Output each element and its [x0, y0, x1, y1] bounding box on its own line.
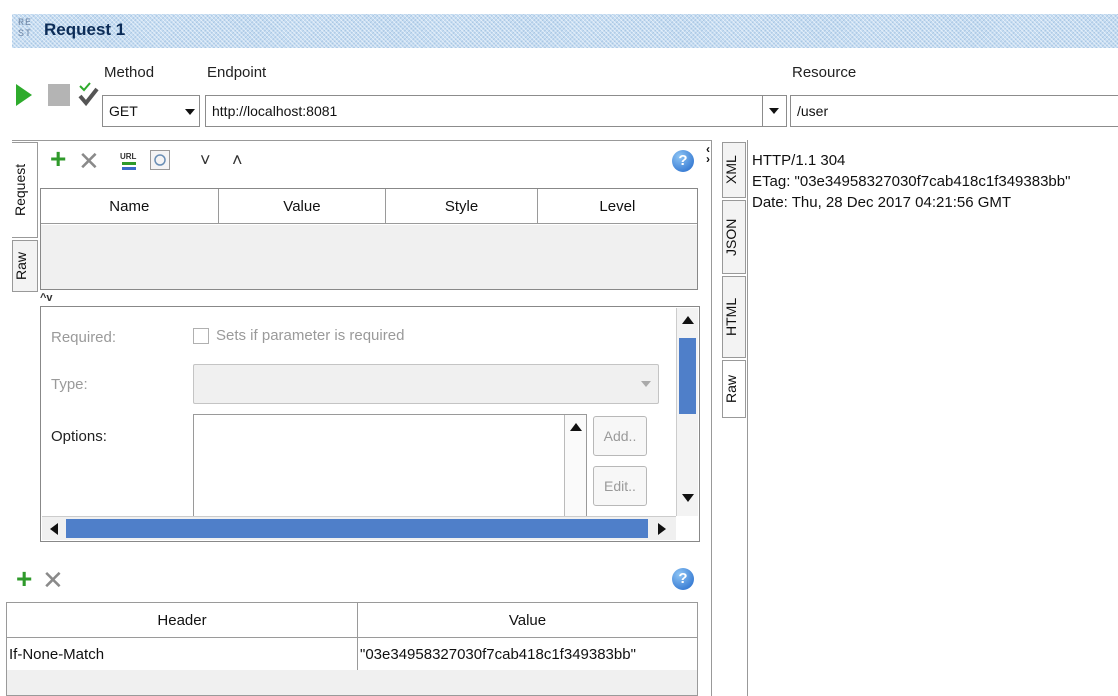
add-header-icon[interactable]: +: [16, 565, 32, 593]
title-bar: RE ST Request 1: [0, 0, 1118, 54]
type-label: Type:: [51, 376, 88, 393]
params-table-body: [41, 225, 697, 289]
detail-vertical-scrollbar[interactable]: [676, 308, 698, 516]
headers-table: Header Value If-None-Match "03e349583270…: [6, 602, 698, 696]
scroll-down-icon[interactable]: [682, 494, 694, 502]
column-header-level[interactable]: Level: [537, 189, 697, 224]
column-header-value[interactable]: Value: [357, 603, 697, 638]
move-up-icon[interactable]: ˄: [232, 150, 243, 171]
column-header-header[interactable]: Header: [7, 603, 358, 638]
endpoint-input[interactable]: http://localhost:8081: [205, 95, 787, 127]
play-icon: [16, 84, 32, 106]
rest-icon: RE ST: [18, 18, 33, 40]
date-line: Date: Thu, 28 Dec 2017 04:21:56 GMT: [752, 194, 1012, 211]
resource-label: Resource: [792, 64, 857, 81]
response-raw-content: HTTP/1.1 304 ETag: "03e34958327030f7cab4…: [752, 150, 1112, 213]
tab-xml[interactable]: XML: [722, 142, 746, 198]
type-select[interactable]: [193, 364, 659, 404]
endpoint-label: Endpoint: [207, 64, 267, 81]
refresh-icon: [154, 154, 166, 166]
options-scrollbar[interactable]: [564, 415, 586, 517]
sync-params-button[interactable]: [150, 150, 170, 170]
method-label: Method: [104, 64, 155, 81]
resource-input[interactable]: /user: [790, 95, 1118, 127]
headers-table-grid: Header Value If-None-Match "03e349583270…: [7, 603, 697, 670]
endpoint-dropdown[interactable]: [762, 95, 786, 127]
collapse-left-icon[interactable]: ‹ ›: [706, 143, 710, 165]
check-arrow-icon: [78, 82, 99, 107]
splitter-toggle-icon[interactable]: ^v: [40, 292, 53, 304]
panel-splitter[interactable]: ‹ ›: [704, 140, 716, 696]
column-header-name[interactable]: Name: [41, 189, 219, 224]
chevron-down-icon: [185, 109, 195, 115]
chevron-down-icon: [769, 108, 779, 114]
detail-horizontal-scrollbar[interactable]: [42, 516, 676, 540]
tab-raw[interactable]: Raw: [12, 240, 38, 292]
table-row[interactable]: If-None-Match "03e34958327030f7cab418c1f…: [7, 637, 698, 671]
column-header-value[interactable]: Value: [218, 189, 387, 224]
method-select[interactable]: GET: [102, 95, 200, 127]
tab-html[interactable]: HTML: [722, 276, 746, 358]
options-list[interactable]: [193, 414, 587, 518]
help-icon[interactable]: ?: [672, 568, 694, 590]
tab-request[interactable]: Request: [12, 142, 38, 238]
help-icon[interactable]: ?: [672, 150, 694, 172]
scroll-up-icon[interactable]: [570, 423, 582, 431]
run-button[interactable]: [12, 82, 34, 108]
add-option-button[interactable]: Add..: [593, 416, 647, 456]
params-table: Name Value Style Level: [40, 188, 698, 290]
column-header-style[interactable]: Style: [385, 189, 538, 224]
header-name-cell[interactable]: If-None-Match: [7, 637, 358, 670]
scroll-left-icon[interactable]: [50, 523, 58, 535]
title-strip: [12, 14, 1118, 48]
options-label: Options:: [51, 428, 107, 445]
remove-param-icon[interactable]: ✕: [78, 148, 100, 174]
validate-button[interactable]: [76, 80, 100, 108]
etag-line: ETag: "03e34958327030f7cab418c1f349383bb…: [752, 173, 1071, 190]
remove-header-icon[interactable]: ✕: [42, 567, 64, 593]
url-param-button[interactable]: URL: [118, 150, 142, 172]
edit-option-button[interactable]: Edit..: [593, 466, 647, 506]
scroll-thumb[interactable]: [679, 338, 696, 414]
scroll-up-icon[interactable]: [682, 316, 694, 324]
scroll-right-icon[interactable]: [658, 523, 666, 535]
move-down-icon[interactable]: ˅: [200, 150, 211, 171]
required-label: Required:: [51, 329, 117, 346]
tab-raw-response[interactable]: Raw: [722, 360, 746, 418]
required-checkbox[interactable]: [193, 328, 209, 344]
add-param-icon[interactable]: +: [50, 145, 66, 173]
request-title: Request 1: [44, 20, 126, 39]
stop-button[interactable]: [48, 84, 70, 106]
tab-json[interactable]: JSON: [722, 200, 746, 274]
status-line: HTTP/1.1 304: [752, 152, 846, 169]
svg-text:URL: URL: [120, 152, 137, 161]
url-icon: URL: [120, 152, 137, 170]
params-table-grid: Name Value Style Level: [41, 189, 697, 224]
chevron-down-icon: [641, 381, 651, 387]
scroll-thumb[interactable]: [66, 519, 648, 538]
required-checkbox-label: Sets if parameter is required: [216, 327, 405, 344]
header-value-cell[interactable]: "03e34958327030f7cab418c1f349383bb": [358, 638, 698, 671]
